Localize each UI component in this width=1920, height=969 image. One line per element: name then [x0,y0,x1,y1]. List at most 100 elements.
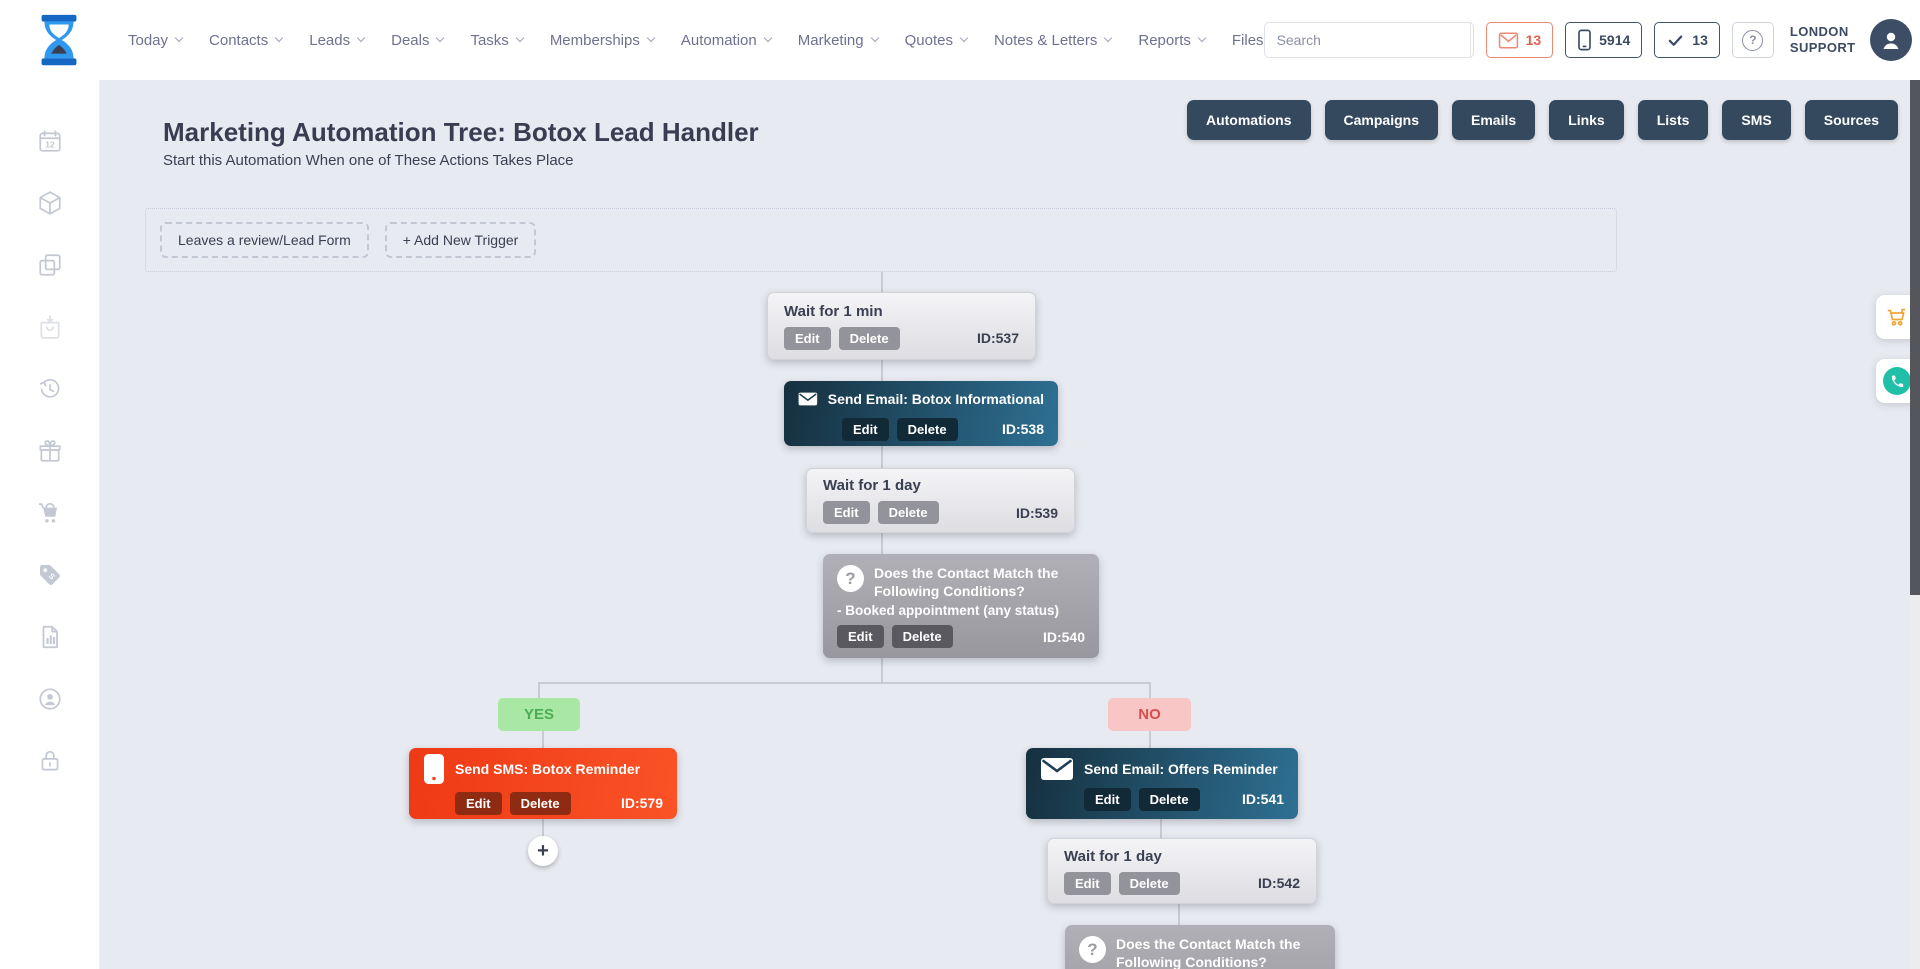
delete-button[interactable]: Delete [892,625,953,648]
node-id: ID:579 [621,795,663,811]
sidebar-item-packages[interactable] [36,190,64,216]
connector [1149,682,1151,698]
sidebar-item-cart[interactable] [36,500,64,526]
search-box [1264,22,1474,58]
delete-button[interactable]: Delete [510,792,571,815]
main-content: Marketing Automation Tree: Botox Lead Ha… [100,80,1920,969]
sidebar-item-calendar[interactable]: 12 [36,128,64,154]
node-title: Send Email: Offers Reminder [1084,761,1278,777]
node-sms-579: Send SMS: Botox Reminder Edit Delete ID:… [409,748,677,819]
nav-item-files[interactable]: Files [1232,32,1264,49]
scrollbar-thumb[interactable] [1910,80,1920,595]
chevron-down-icon [960,34,968,42]
edit-button[interactable]: Edit [823,501,870,524]
cart-icon [37,500,63,526]
question-icon: ? [1742,30,1763,51]
condition-criteria: - Booked appointment (any status) [837,603,1085,618]
delete-button[interactable]: Delete [878,501,939,524]
price-tag-icon: S [37,562,63,588]
nav-item-leads[interactable]: Leads [309,32,364,49]
edit-button[interactable]: Edit [837,625,884,648]
user-name: LONDON SUPPORT [1790,24,1856,55]
node-email-538: Send Email: Botox Informational Edit Del… [784,381,1058,446]
nav-item-contacts[interactable]: Contacts [209,32,282,49]
search-input[interactable] [1265,32,1470,48]
delete-button[interactable]: Delete [1119,872,1180,895]
sidebar-item-orders[interactable] [36,314,64,340]
edit-button[interactable]: Edit [1064,872,1111,895]
node-id: ID:537 [977,330,1019,346]
add-step-button[interactable]: + [528,836,558,866]
edit-button[interactable]: Edit [1084,788,1131,811]
smartphone-icon [1577,29,1592,51]
nav-item-deals[interactable]: Deals [391,32,443,49]
question-icon: ? [1079,936,1106,963]
connector [1178,904,1180,925]
node-title: Send Email: Botox Informational [828,391,1044,407]
nav-item-quotes[interactable]: Quotes [905,32,967,49]
node-wait-542: Wait for 1 day Edit Delete ID:542 [1047,838,1317,904]
node-title: Wait for 1 min [784,303,1019,320]
scrollbar-track [1910,80,1920,969]
node-email-541: Send Email: Offers Reminder Edit Delete … [1026,748,1298,819]
chevron-down-icon [275,34,283,42]
avatar[interactable] [1870,19,1912,61]
node-wait-539: Wait for 1 day Edit Delete ID:539 [806,468,1075,533]
help-button[interactable]: ? [1732,22,1774,58]
chevron-down-icon [1104,34,1112,42]
node-title: Wait for 1 day [823,477,1058,494]
connector [1149,731,1151,748]
automation-canvas: Leaves a review/Lead Form + Add New Trig… [100,80,1920,969]
tasks-badge[interactable]: 13 [1654,22,1720,58]
delete-button[interactable]: Delete [839,327,900,350]
search-button[interactable] [1470,23,1474,57]
add-new-trigger-button[interactable]: + Add New Trigger [385,222,537,258]
main-nav: Today Contacts Leads Deals Tasks Members… [128,32,1264,49]
envelope-icon [1040,757,1074,781]
nav-item-automation[interactable]: Automation [681,32,771,49]
sidebar-item-account[interactable] [36,686,64,712]
nav-item-marketing[interactable]: Marketing [798,32,878,49]
messages-badge[interactable]: 13 [1486,22,1554,58]
hourglass-logo [28,8,90,72]
sidebar-item-security[interactable] [36,748,64,774]
envelope-icon [1498,32,1519,49]
node-id: ID:539 [1016,505,1058,521]
edit-button[interactable]: Edit [455,792,502,815]
sidebar-item-history[interactable] [36,376,64,402]
edit-button[interactable]: Edit [842,418,889,441]
node-condition-540: ? Does the Contact Match the Following C… [823,554,1099,658]
top-navbar: Today Contacts Leads Deals Tasks Members… [0,0,1920,80]
sidebar-item-reports[interactable] [36,624,64,650]
connector [1160,819,1162,838]
node-id: ID:542 [1258,875,1300,891]
branch-connector [538,682,1151,684]
node-title: Wait for 1 day [1064,848,1300,865]
nav-item-reports[interactable]: Reports [1138,32,1205,49]
account-icon [37,686,63,712]
connector [538,682,540,698]
nav-item-memberships[interactable]: Memberships [550,32,654,49]
trigger-container: Leaves a review/Lead Form + Add New Trig… [145,208,1617,272]
edit-button[interactable]: Edit [784,327,831,350]
node-wait-537: Wait for 1 min Edit Delete ID:537 [767,292,1036,360]
delete-button[interactable]: Delete [1139,788,1200,811]
connector [881,446,883,468]
sidebar-item-duplicates[interactable] [36,252,64,278]
copy-icon [37,252,63,278]
nav-item-notes-letters[interactable]: Notes & Letters [994,32,1111,49]
cart-icon [1884,305,1910,329]
delete-button[interactable]: Delete [897,418,958,441]
chevron-down-icon [647,34,655,42]
question-icon: ? [837,565,864,592]
node-id: ID:541 [1242,791,1284,807]
sidebar-item-pricing[interactable]: S [36,562,64,588]
node-id: ID:540 [1043,629,1085,645]
trigger-leaves-review-button[interactable]: Leaves a review/Lead Form [160,222,369,258]
nav-item-today[interactable]: Today [128,32,182,49]
node-id: ID:538 [1002,421,1044,437]
chevron-down-icon [763,34,771,42]
sidebar-item-gifts[interactable] [36,438,64,464]
calls-badge[interactable]: 5914 [1565,22,1642,58]
nav-item-tasks[interactable]: Tasks [470,32,522,49]
